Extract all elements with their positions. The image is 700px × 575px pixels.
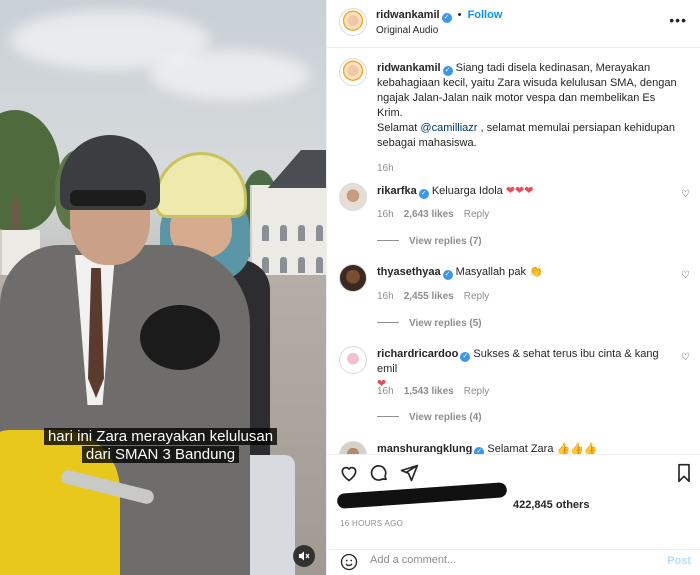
comment-bubble-icon[interactable]: [369, 463, 389, 486]
commenter-avatar[interactable]: [339, 183, 367, 211]
comment-time: 16h: [377, 209, 394, 220]
comment-emoji: ❤❤❤: [505, 185, 534, 197]
comments-scroll[interactable]: ridwankamil ✓ Siang tadi disela kedinasan…: [327, 49, 700, 454]
commenter-username[interactable]: richardricardoo: [377, 348, 458, 360]
add-comment-bar: Post: [327, 549, 700, 575]
comment-likes[interactable]: 1,543 likes: [404, 386, 454, 397]
comment-text: Masyallah pak: [455, 266, 526, 278]
view-replies-label: View replies (7): [409, 236, 482, 247]
view-replies-button[interactable]: View replies (4): [377, 412, 482, 423]
comment-likes[interactable]: 2,455 likes: [404, 291, 454, 302]
comment-text: Keluarga Idola: [431, 185, 503, 197]
smiley-icon[interactable]: [340, 553, 358, 574]
comment-time: 16h: [377, 386, 394, 397]
post-caption: ridwankamil ✓ Siang tadi disela kedinasan…: [339, 57, 694, 187]
verified-badge-icon: ✓: [441, 13, 452, 23]
comment-emoji: 👏: [529, 266, 543, 278]
more-dots-icon[interactable]: •••: [669, 12, 687, 28]
comment-time: 16h: [377, 291, 394, 302]
view-replies-label: View replies (5): [409, 318, 482, 329]
reply-button[interactable]: Reply: [464, 291, 490, 302]
caption-line-2: dari SMAN 3 Bandung: [81, 446, 240, 463]
post-comment-button[interactable]: Post: [667, 555, 691, 567]
heart-outline-icon[interactable]: [339, 463, 359, 486]
follow-button[interactable]: Follow: [468, 9, 503, 21]
comment-like-heart-icon[interactable]: ♡: [681, 189, 690, 200]
caption-line-1: hari ini Zara merayakan kelulusan: [43, 428, 278, 445]
add-comment-input[interactable]: [370, 554, 630, 566]
video-caption: hari ini Zara merayakan kelulusan dari S…: [33, 428, 288, 464]
comment-item: rikarfka ✓ Keluarga Idola ❤❤❤ 16h 2,643 li…: [339, 183, 694, 253]
commenter-avatar[interactable]: [339, 346, 367, 374]
paper-plane-icon[interactable]: [399, 463, 419, 486]
author-avatar[interactable]: [339, 8, 367, 36]
caption-username[interactable]: ridwankamil: [377, 62, 441, 74]
comment-item: manshurangklung ✓ Selamat Zara 👍👍👍: [339, 441, 694, 454]
mention-link[interactable]: @camilliazr: [420, 122, 477, 134]
view-replies-button[interactable]: View replies (7): [377, 236, 482, 247]
post-header: ridwankamil ✓ • Follow Original Audio •••: [327, 0, 700, 48]
comment-like-heart-icon[interactable]: ♡: [681, 352, 690, 363]
commenter-username[interactable]: manshurangklung: [377, 443, 472, 454]
comment-emoji: 👍👍👍: [556, 443, 598, 454]
speaker-muted-icon[interactable]: [293, 545, 315, 567]
bookmark-icon[interactable]: [675, 463, 693, 486]
author-username[interactable]: ridwankamil: [376, 9, 440, 21]
view-replies-button[interactable]: View replies (5): [377, 318, 482, 329]
comment-likes[interactable]: 2,643 likes: [404, 209, 454, 220]
verified-badge-icon: ✓: [442, 66, 453, 76]
post-media[interactable]: hari ini Zara merayakan kelulusan dari S…: [0, 0, 326, 575]
reply-button[interactable]: Reply: [464, 209, 490, 220]
audio-label[interactable]: Original Audio: [376, 25, 438, 36]
post-actions: 422,845 others 16 HOURS AGO: [327, 454, 700, 549]
verified-badge-icon: ✓: [460, 352, 471, 362]
verified-badge-icon: ✓: [418, 189, 429, 199]
likes-count[interactable]: 422,845 others: [513, 499, 589, 511]
post-panel: ridwankamil ✓ • Follow Original Audio •••…: [326, 0, 700, 575]
caption-time: 16h: [377, 163, 394, 174]
comment-item: richardricardoo ✓ Sukses & sehat terus ib…: [339, 346, 694, 426]
separator-dot: •: [457, 9, 462, 21]
commenter-avatar[interactable]: [339, 441, 367, 454]
redacted-likes-scribble: [336, 482, 508, 509]
caption-avatar[interactable]: [339, 58, 367, 86]
verified-badge-icon: ✓: [442, 270, 453, 280]
comment-text: Selamat Zara: [487, 443, 554, 454]
verified-badge-icon: ✓: [474, 447, 485, 454]
commenter-avatar[interactable]: [339, 264, 367, 292]
view-replies-label: View replies (4): [409, 412, 482, 423]
comment-like-heart-icon[interactable]: ♡: [681, 270, 690, 281]
comment-item: thyasethyaa ✓ Masyallah pak 👏 16h 2,455 li…: [339, 264, 694, 334]
reply-button[interactable]: Reply: [464, 386, 490, 397]
caption-text-2a: Selamat: [377, 122, 421, 134]
post-timestamp: 16 HOURS AGO: [340, 519, 404, 528]
caption-paragraph-2: Selamat @camilliazr , selamat memulai pe…: [377, 121, 677, 151]
commenter-username[interactable]: thyasethyaa: [377, 266, 441, 278]
commenter-username[interactable]: rikarfka: [377, 185, 417, 197]
